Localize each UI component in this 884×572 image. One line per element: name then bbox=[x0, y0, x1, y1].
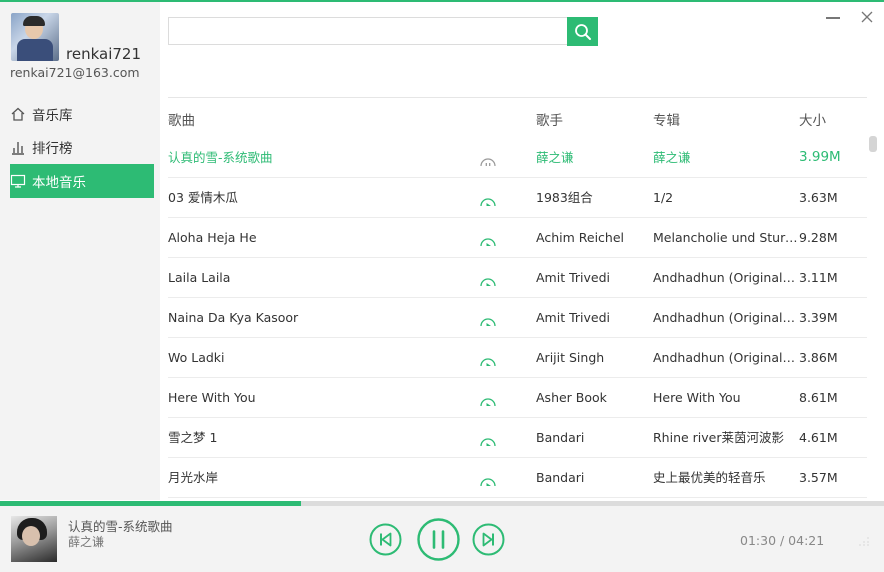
song-artist: Achim Reichel bbox=[536, 230, 624, 245]
next-button[interactable] bbox=[472, 523, 505, 556]
table-row[interactable]: Laila Laila Amit Trivedi Andhadhun (Orig… bbox=[168, 258, 867, 298]
song-title: Aloha Heja He bbox=[168, 230, 257, 245]
username: renkai721 bbox=[66, 45, 141, 63]
song-album: Andhadhun (Original Motion Picture Sound… bbox=[653, 350, 798, 365]
song-artist: Asher Book bbox=[536, 390, 607, 405]
column-header-artist[interactable]: 歌手 bbox=[536, 109, 563, 129]
song-artist: Arijit Singh bbox=[536, 350, 605, 365]
home-icon bbox=[10, 106, 26, 122]
search-button[interactable] bbox=[567, 17, 598, 46]
nav-item-label: 排行榜 bbox=[32, 141, 73, 157]
column-header-album[interactable]: 专辑 bbox=[653, 109, 680, 129]
song-album: Melancholie und Sturmflut bbox=[653, 230, 798, 245]
song-album: Andhadhun (Original Motion Picture Sound… bbox=[653, 270, 798, 285]
song-artist: Bandari bbox=[536, 470, 585, 485]
song-artist: 1983组合 bbox=[536, 190, 593, 205]
song-album: 薛之谦 bbox=[653, 150, 691, 165]
header-divider bbox=[168, 97, 867, 98]
nav-item-charts[interactable]: 排行榜 bbox=[10, 130, 154, 164]
skip-next-icon bbox=[472, 523, 505, 556]
skip-previous-icon bbox=[369, 523, 402, 556]
nav-item-music-library[interactable]: 音乐库 bbox=[10, 97, 154, 131]
column-header-size[interactable]: 大小 bbox=[799, 109, 826, 129]
scrollbar-thumb[interactable] bbox=[869, 136, 877, 152]
song-title: Laila Laila bbox=[168, 270, 231, 285]
playback-time: 01:30 / 04:21 bbox=[740, 533, 825, 548]
song-artist: Bandari bbox=[536, 430, 585, 445]
song-size: 3.57M bbox=[799, 470, 838, 485]
resize-grip-icon[interactable] bbox=[856, 536, 870, 546]
table-row[interactable]: Naina Da Kya Kasoor Amit Trivedi Andhadh… bbox=[168, 298, 867, 338]
song-size: 3.99M bbox=[799, 149, 841, 165]
table-row[interactable]: 月光水岸 Bandari 史上最优美的轻音乐 3.57M bbox=[168, 458, 867, 498]
now-playing-artist: 薛之谦 bbox=[68, 535, 105, 549]
song-size: 4.61M bbox=[799, 430, 838, 445]
song-album: 1/2 bbox=[653, 190, 674, 205]
play-icon[interactable] bbox=[480, 390, 496, 406]
table-row[interactable]: 雪之梦 1 Bandari Rhine river莱茵河波影 4.61M bbox=[168, 418, 867, 458]
pause-icon bbox=[417, 518, 460, 561]
song-size: 3.11M bbox=[799, 270, 838, 285]
play-icon[interactable] bbox=[480, 430, 496, 446]
previous-button[interactable] bbox=[369, 523, 402, 556]
song-size: 8.61M bbox=[799, 390, 838, 405]
pause-button[interactable] bbox=[417, 518, 460, 561]
song-list: 认真的雪-系统歌曲 薛之谦 薛之谦 3.99M 03 爱情木瓜 1983组合 1… bbox=[168, 138, 867, 498]
search-input[interactable] bbox=[168, 17, 567, 45]
song-title: 03 爱情木瓜 bbox=[168, 190, 238, 205]
play-icon[interactable] bbox=[480, 270, 496, 286]
song-size: 9.28M bbox=[799, 230, 838, 245]
avatar[interactable] bbox=[11, 13, 59, 61]
song-size: 3.86M bbox=[799, 350, 838, 365]
play-icon[interactable] bbox=[480, 190, 496, 206]
song-size: 3.39M bbox=[799, 310, 838, 325]
play-icon[interactable] bbox=[480, 230, 496, 246]
close-button[interactable] bbox=[860, 10, 874, 24]
table-row[interactable]: 认真的雪-系统歌曲 薛之谦 薛之谦 3.99M bbox=[168, 138, 867, 178]
song-title: Wo Ladki bbox=[168, 350, 225, 365]
player-bar: 认真的雪-系统歌曲 薛之谦 01:30 / 04:21 bbox=[0, 506, 884, 572]
nav-item-local-music[interactable]: 本地音乐 bbox=[10, 164, 154, 198]
song-artist: Amit Trivedi bbox=[536, 270, 610, 285]
pause-icon[interactable] bbox=[480, 150, 496, 166]
table-row[interactable]: Here With You Asher Book Here With You 8… bbox=[168, 378, 867, 418]
song-artist: Amit Trivedi bbox=[536, 310, 610, 325]
play-icon[interactable] bbox=[480, 310, 496, 326]
nav-item-label: 本地音乐 bbox=[32, 175, 86, 191]
song-title: Here With You bbox=[168, 390, 256, 405]
bar-chart-icon bbox=[10, 139, 26, 155]
monitor-icon bbox=[10, 173, 26, 189]
song-artist: 薛之谦 bbox=[536, 150, 574, 165]
table-row[interactable]: Aloha Heja He Achim Reichel Melancholie … bbox=[168, 218, 867, 258]
nav-item-label: 音乐库 bbox=[32, 108, 73, 124]
minimize-button[interactable] bbox=[826, 17, 840, 19]
play-icon[interactable] bbox=[480, 350, 496, 366]
song-album: Andhadhun (Original Motion Picture Sound… bbox=[653, 310, 798, 325]
table-row[interactable]: Wo Ladki Arijit Singh Andhadhun (Origina… bbox=[168, 338, 867, 378]
song-album: Here With You bbox=[653, 390, 741, 405]
song-title: 认真的雪-系统歌曲 bbox=[168, 150, 273, 165]
play-icon[interactable] bbox=[480, 470, 496, 486]
column-header-title[interactable]: 歌曲 bbox=[168, 109, 195, 129]
album-cover[interactable] bbox=[11, 516, 57, 562]
sidebar: renkai721 renkai721@163.com 音乐库 排行榜 本地音乐 bbox=[0, 2, 160, 500]
song-size: 3.63M bbox=[799, 190, 838, 205]
song-title: 雪之梦 1 bbox=[168, 430, 218, 445]
song-title: 月光水岸 bbox=[168, 470, 219, 485]
song-album: Rhine river莱茵河波影 bbox=[653, 430, 785, 445]
user-email: renkai721@163.com bbox=[10, 65, 140, 80]
table-row[interactable]: 03 爱情木瓜 1983组合 1/2 3.63M bbox=[168, 178, 867, 218]
close-icon bbox=[861, 11, 873, 23]
song-title: Naina Da Kya Kasoor bbox=[168, 310, 299, 325]
search-icon bbox=[574, 23, 591, 40]
song-album: 史上最优美的轻音乐 bbox=[653, 470, 766, 485]
